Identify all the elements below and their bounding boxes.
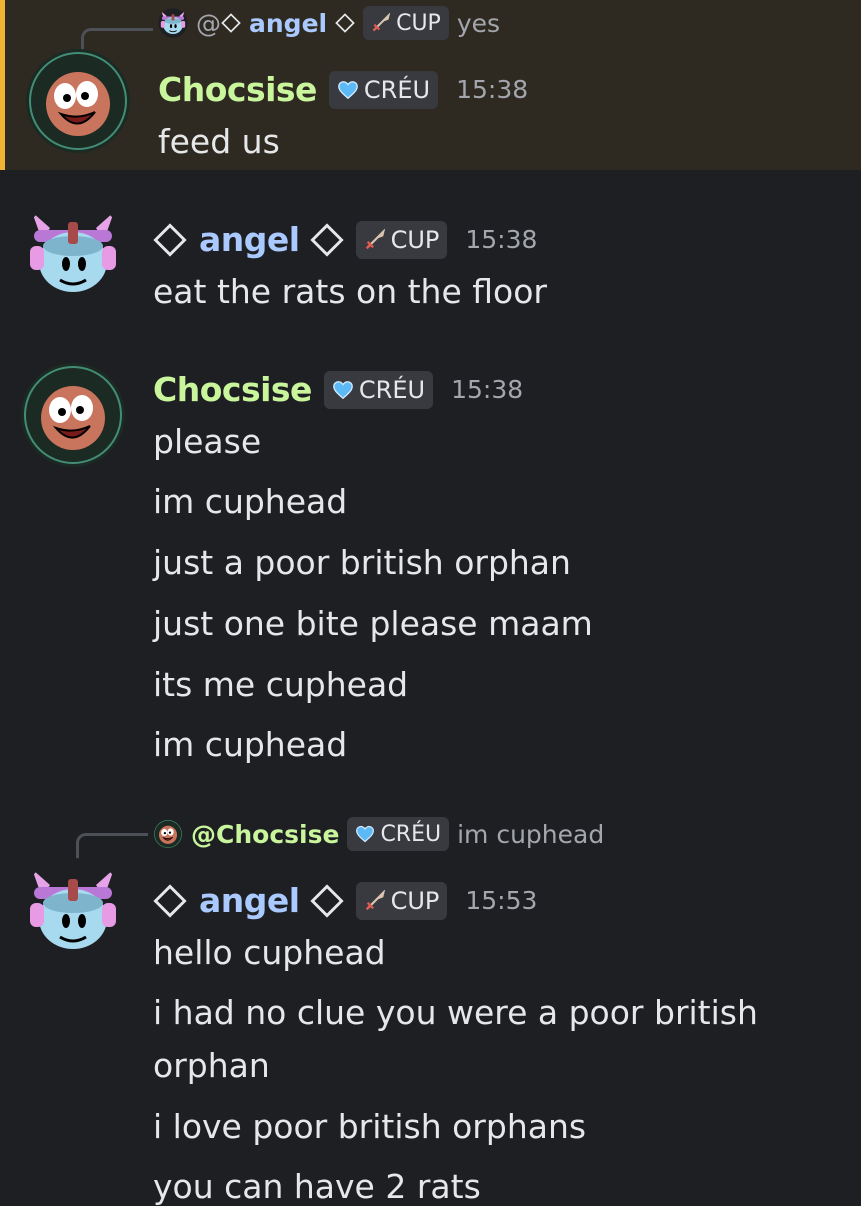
message-line: im cuphead	[153, 482, 348, 521]
reply-prefix: @	[191, 819, 216, 849]
crossed-swords-icon	[371, 13, 391, 33]
crossed-swords-icon	[364, 890, 386, 912]
role-tag: CRÉU	[328, 70, 439, 109]
role-tag: CUP	[363, 6, 449, 40]
message-line: you can have 2 rats	[153, 1167, 481, 1206]
blue-heart-icon	[355, 824, 375, 844]
avatar[interactable]	[20, 857, 126, 963]
reply-preview[interactable]: @Chocsise CRÉU im cuphead	[153, 817, 604, 851]
message-line: i love poor british orphans	[153, 1107, 587, 1146]
message-1: @ angel CUP yes Chocsise CRÉU 15:38 feed…	[0, 0, 861, 170]
diamond-outline-icon	[335, 13, 355, 33]
diamond-outline-icon	[310, 223, 344, 257]
message-3: Chocsise CRÉU 15:38 please im cuphead ju…	[0, 340, 861, 780]
message-line: please	[153, 422, 262, 461]
author-name[interactable]: angel	[199, 881, 300, 920]
author-name[interactable]: Chocsise	[158, 70, 317, 109]
message-line: just one bite please maam	[153, 604, 593, 643]
diamond-outline-icon	[310, 884, 344, 918]
message-line: just a poor british orphan	[153, 543, 571, 582]
role-tag-label: CRÉU	[363, 75, 431, 104]
diamond-outline-icon	[153, 223, 187, 257]
message-header: Chocsise CRÉU 15:38	[158, 70, 528, 109]
role-tag: CUP	[355, 220, 448, 259]
timestamp: 15:38	[451, 375, 524, 404]
reply-author-name: Chocsise	[216, 819, 340, 849]
reply-avatar	[153, 819, 183, 849]
diamond-outline-icon	[153, 884, 187, 918]
message-2: angel CUP 15:38 eat the rats on the floo…	[0, 170, 861, 340]
message-header: angel CUP 15:38	[153, 220, 537, 259]
blue-heart-icon	[337, 79, 359, 101]
message-line: im cuphead	[153, 725, 348, 764]
message-header: Chocsise CRÉU 15:38	[153, 370, 523, 409]
message-line: hello cuphead	[153, 933, 386, 972]
avatar[interactable]	[20, 362, 126, 468]
timestamp: 15:53	[465, 886, 538, 915]
message-header: angel CUP 15:53	[153, 881, 537, 920]
reply-prefix: @	[196, 8, 221, 38]
message-line: i had no clue you were a poor british	[153, 993, 758, 1032]
blue-heart-icon	[332, 379, 354, 401]
role-tag-label: CRÉU	[380, 821, 442, 847]
avatar[interactable]	[25, 48, 131, 154]
role-tag-label: CUP	[396, 10, 441, 36]
role-tag: CRÉU	[347, 817, 450, 851]
role-tag: CUP	[355, 881, 448, 920]
crossed-swords-icon	[364, 229, 386, 251]
reply-spine	[76, 833, 148, 859]
author-name[interactable]: Chocsise	[153, 370, 312, 409]
avatar[interactable]	[20, 200, 126, 306]
role-tag-label: CUP	[390, 886, 440, 915]
diamond-outline-icon	[221, 13, 241, 33]
timestamp: 15:38	[465, 225, 538, 254]
reply-author[interactable]: angel	[249, 9, 327, 38]
reply-text: im cuphead	[457, 819, 605, 849]
reply-preview[interactable]: @ angel CUP yes	[158, 6, 500, 40]
reply-author[interactable]: @Chocsise	[191, 820, 339, 849]
reply-avatar	[158, 8, 188, 38]
role-tag-label: CRÉU	[358, 375, 426, 404]
role-tag: CRÉU	[323, 370, 434, 409]
timestamp: 15:38	[456, 75, 529, 104]
message-line: orphan	[153, 1046, 270, 1085]
role-tag-label: CUP	[390, 225, 440, 254]
message-line: its me cuphead	[153, 665, 409, 704]
reply-text: yes	[456, 8, 501, 38]
message-line: feed us	[158, 122, 280, 161]
message-4: @Chocsise CRÉU im cuphead angel CUP 15:5…	[0, 805, 861, 1206]
message-line: eat the rats on the floor	[153, 272, 547, 311]
author-name[interactable]: angel	[199, 220, 300, 259]
